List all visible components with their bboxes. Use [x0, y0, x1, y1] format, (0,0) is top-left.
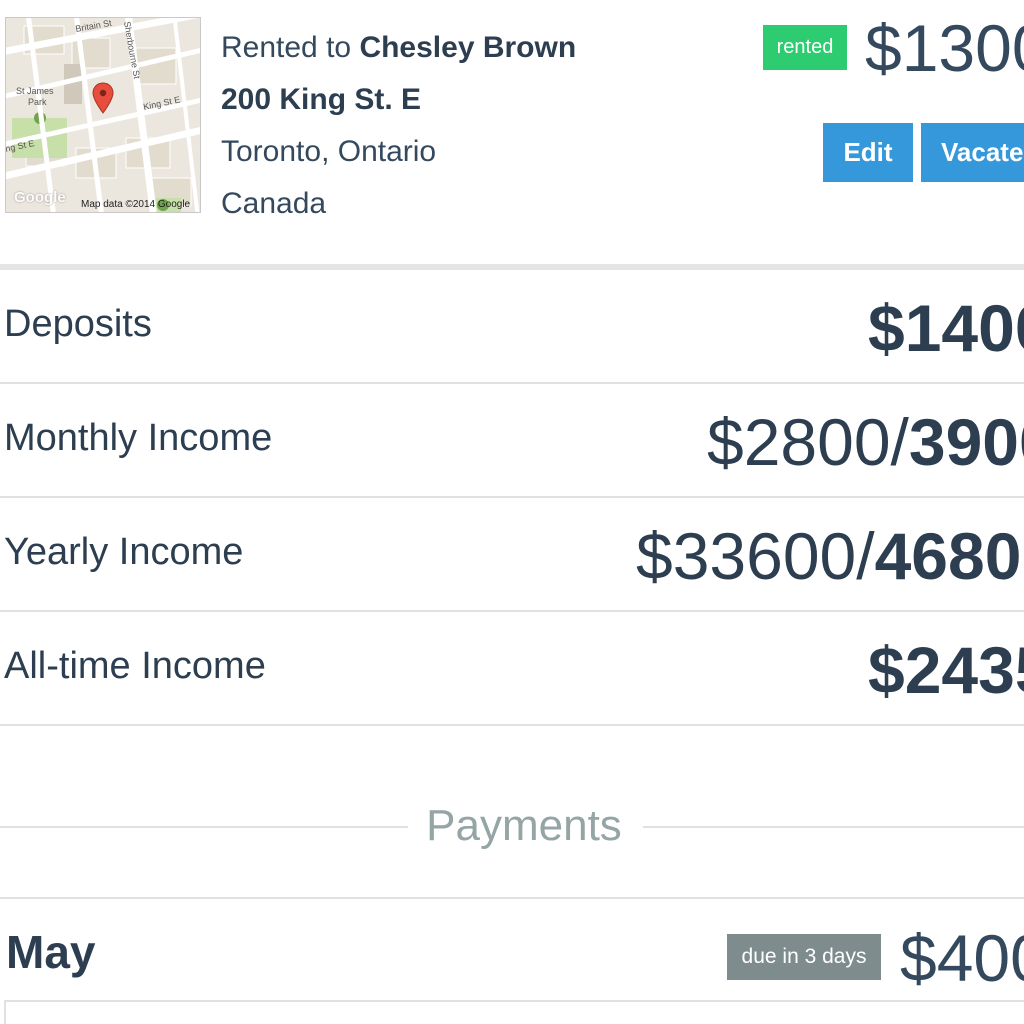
stat-value: $1400 [868, 291, 1024, 365]
stat-row-all-time-income: All-time Income $2435 [0, 612, 1024, 726]
svg-text:St James: St James [16, 86, 54, 96]
stat-row-monthly-income: Monthly Income $2800/3900 [0, 384, 1024, 498]
map-pin-icon [92, 82, 114, 114]
stat-value: $2435 [868, 633, 1024, 707]
payment-amount: $400 [900, 921, 1024, 995]
stat-label: All-time Income [4, 645, 266, 687]
payment-month: May [6, 926, 96, 978]
vacate-button[interactable]: Vacate [921, 123, 1024, 182]
map-attribution: Map data ©2014 Google [81, 199, 191, 210]
city-region: Toronto, Ontario [221, 135, 437, 168]
map-google-logo: Google [14, 189, 66, 206]
stat-label: Monthly Income [4, 417, 273, 459]
status-badge: rented [763, 25, 847, 70]
property-detail-page: Britain St Sherbourne St St James Park K… [0, 0, 1024, 1024]
payments-section-header: Payments [0, 795, 1024, 860]
map-tiles: Britain St Sherbourne St St James Park K… [6, 18, 200, 212]
stat-value: $33600/46800 [636, 519, 1024, 593]
stat-label: Yearly Income [4, 531, 244, 573]
stat-label: Deposits [4, 303, 152, 345]
rent-price: $1300 [865, 11, 1024, 85]
edit-button[interactable]: Edit [823, 123, 913, 182]
stat-value: $2800/3900 [707, 405, 1024, 479]
payments-rule-right [643, 826, 1024, 828]
location-map[interactable]: Britain St Sherbourne St St James Park K… [5, 17, 201, 213]
due-badge: due in 3 days [727, 934, 881, 980]
tenant-name[interactable]: Chesley Brown [359, 31, 576, 64]
property-address: Rented to Chesley Brown 200 King St. E T… [221, 22, 576, 230]
payment-detail-card [4, 1000, 1024, 1024]
country: Canada [221, 187, 327, 220]
tenant-line: Rented to Chesley Brown [221, 22, 576, 74]
stat-row-deposits: Deposits $1400 [0, 270, 1024, 384]
street-address: 200 King St. E [221, 83, 422, 116]
payments-divider [0, 897, 1024, 899]
svg-text:Park: Park [28, 97, 47, 107]
stat-row-yearly-income: Yearly Income $33600/46800 [0, 498, 1024, 612]
property-header: Britain St Sherbourne St St James Park K… [0, 0, 1024, 265]
rented-to-label: Rented to [221, 31, 352, 64]
